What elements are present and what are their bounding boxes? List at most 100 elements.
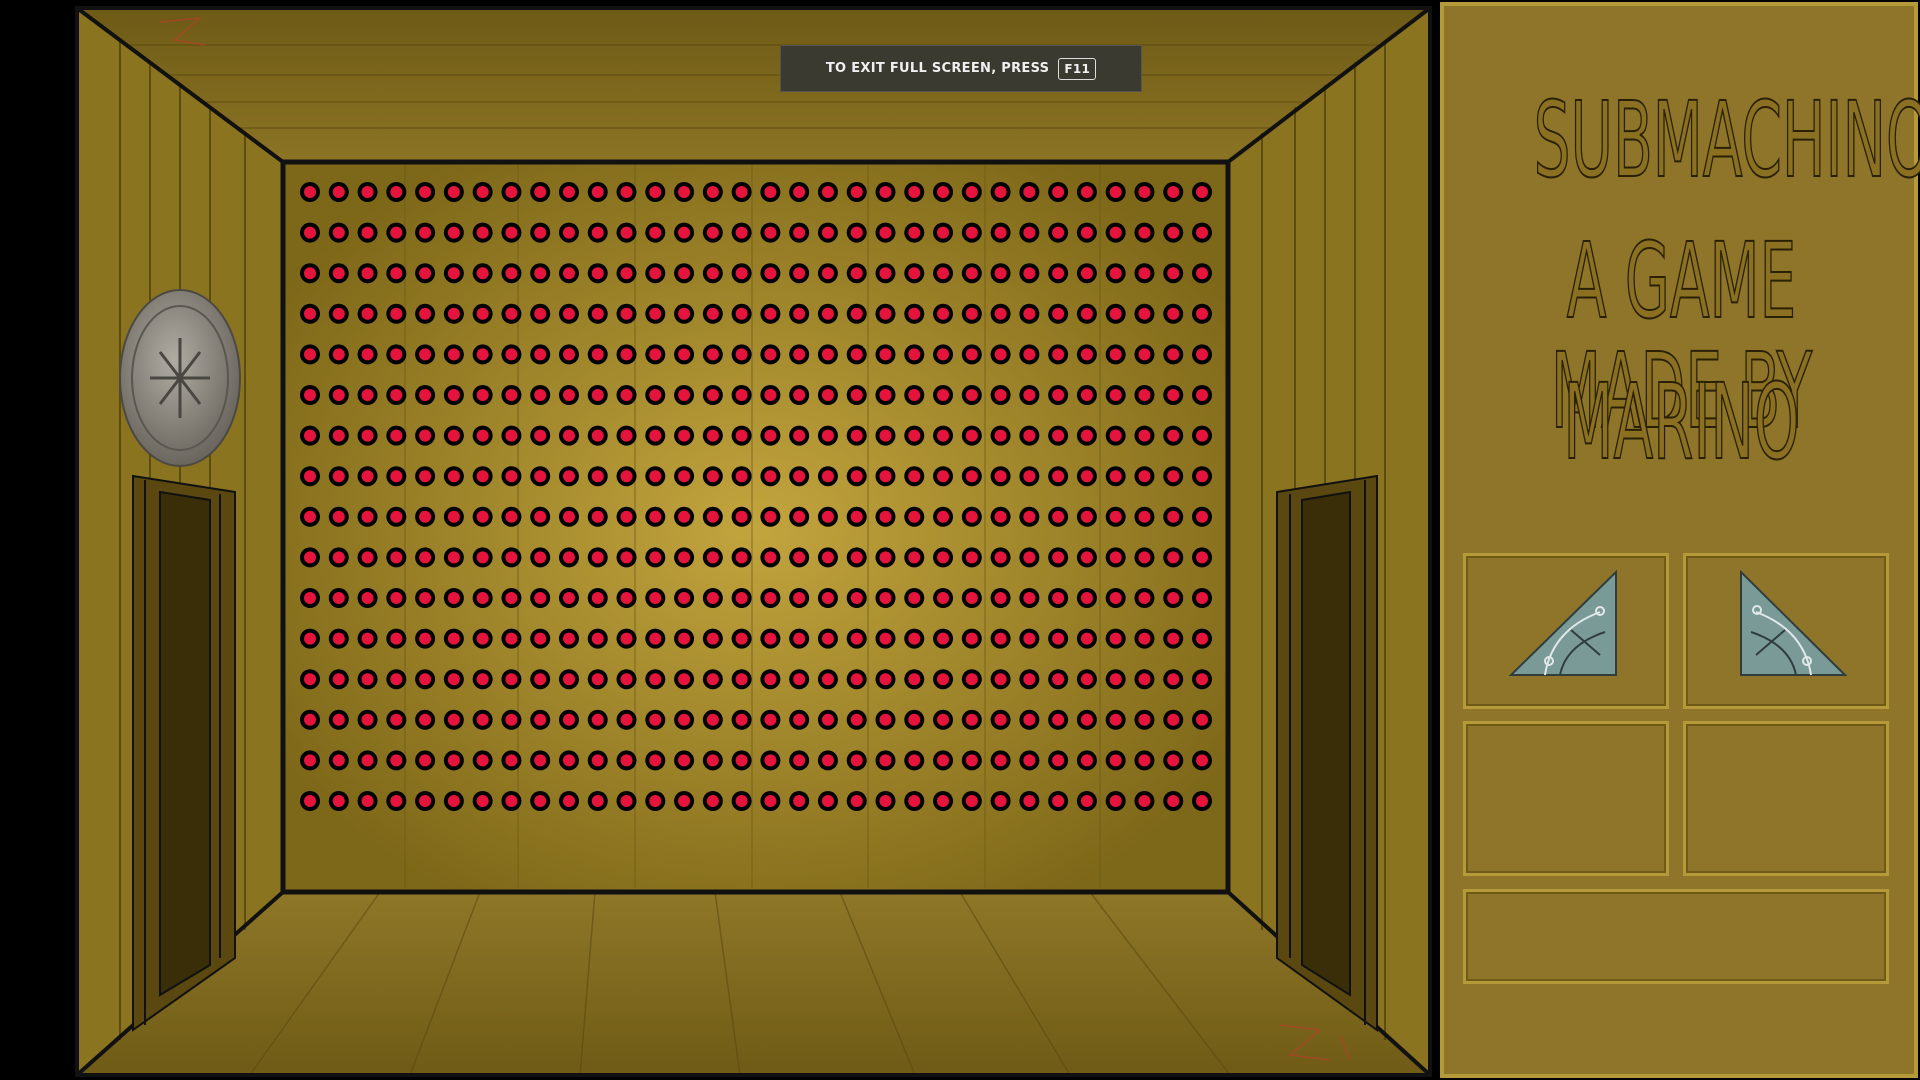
f11-key-badge: F11 — [1058, 57, 1097, 80]
grid-dot-light — [994, 632, 1007, 645]
grid-dot-light — [649, 226, 662, 239]
grid-dot-light — [1109, 510, 1122, 523]
grid-dot-light — [505, 754, 518, 767]
grid-dot-light — [735, 632, 748, 645]
grid-dot-light — [476, 389, 489, 401]
grid-dot-light — [591, 429, 604, 442]
grid-dot-light — [735, 267, 748, 280]
grid-dot-light — [419, 632, 432, 645]
right-door[interactable] — [1276, 474, 1378, 1032]
grid-dot-light — [476, 186, 489, 198]
grid-dot-light — [850, 795, 863, 807]
grid-dot-light — [304, 713, 316, 726]
grid-dot-light — [850, 307, 863, 320]
grid-dot-light — [908, 713, 921, 726]
grid-dot-light — [706, 510, 719, 523]
inventory-slot-5[interactable] — [1463, 889, 1889, 984]
grid-dot-light — [1109, 551, 1122, 564]
grid-dot-light — [562, 510, 575, 523]
inventory-slot-4[interactable] — [1683, 721, 1889, 876]
grid-dot-light — [678, 267, 691, 280]
silver-coin[interactable] — [119, 289, 241, 467]
grid-dot-light — [706, 795, 719, 807]
inventory-slot-2[interactable] — [1683, 553, 1889, 709]
grid-dot-light — [965, 592, 978, 604]
grid-dot-light — [1196, 226, 1208, 239]
grid-dot-light — [793, 226, 806, 239]
grid-dot-light — [591, 551, 604, 564]
grid-dot-light — [332, 592, 345, 604]
grid-dot-light — [620, 592, 633, 604]
grid-dot-light — [879, 389, 892, 401]
grid-dot-light — [965, 754, 978, 767]
grid-dot-light — [1080, 754, 1093, 767]
grid-dot-light — [562, 632, 575, 645]
grid-dot-light — [390, 470, 403, 483]
inventory-slot-3[interactable] — [1463, 721, 1669, 876]
grid-dot-light — [534, 510, 547, 523]
grid-dot-light — [1109, 226, 1122, 239]
grid-dot-light — [994, 429, 1007, 442]
grid-dot-light — [937, 713, 950, 726]
grid-dot-light — [534, 186, 547, 198]
grid-dot-light — [591, 754, 604, 767]
grid-dot-light — [1138, 226, 1151, 239]
grid-dot-light — [1109, 754, 1122, 767]
grid-dot-light — [850, 754, 863, 767]
grid-dot-light — [1167, 754, 1180, 767]
grid-dot-light — [304, 673, 316, 686]
grid-dot-light — [1138, 632, 1151, 645]
grid-dot-light — [1052, 673, 1065, 686]
grid-dot-light — [706, 754, 719, 767]
grid-dot-light — [304, 267, 316, 280]
grid-dot-light — [764, 713, 777, 726]
grid-dot-light — [678, 551, 691, 564]
grid-dot-light — [1052, 348, 1065, 361]
grid-dot-light — [1167, 307, 1180, 320]
grid-dot-light — [476, 592, 489, 604]
grid-dot-light — [620, 429, 633, 442]
grid-dot-light — [1109, 470, 1122, 483]
grid-dot-light — [1109, 348, 1122, 361]
grid-dot-light — [821, 632, 834, 645]
grid-dot-light — [476, 429, 489, 442]
grid-dot-light — [1052, 226, 1065, 239]
grid-dot-light — [1196, 389, 1208, 401]
grid-dot-light — [1080, 267, 1093, 280]
grid-dot-light — [505, 632, 518, 645]
grid-dot-light — [1196, 713, 1208, 726]
grid-dot-light — [649, 795, 662, 807]
grid-dot-light — [937, 470, 950, 483]
grid-dot-light — [1052, 551, 1065, 564]
grid-dot-light — [591, 592, 604, 604]
grid-dot-light — [821, 754, 834, 767]
inventory-slot-1[interactable] — [1463, 553, 1669, 709]
grid-dot-light — [419, 592, 432, 604]
grid-dot-light — [332, 713, 345, 726]
grid-dot-light — [390, 186, 403, 198]
grid-dot-light — [562, 673, 575, 686]
grid-dot-light — [1167, 389, 1180, 401]
grid-dot-light — [534, 551, 547, 564]
grid-dot-light — [332, 632, 345, 645]
grid-dot-light — [562, 795, 575, 807]
grid-dot-light — [937, 389, 950, 401]
grid-dot-light — [994, 754, 1007, 767]
grid-dot-light — [850, 551, 863, 564]
grid-dot-light — [937, 267, 950, 280]
grid-dot-light — [908, 429, 921, 442]
grid-dot-light — [332, 510, 345, 523]
grid-dot-light — [706, 389, 719, 401]
grid-dot-light — [332, 551, 345, 564]
grid-dot-light — [447, 267, 460, 280]
grid-dot-light — [562, 186, 575, 198]
grid-dot-light — [937, 348, 950, 361]
grid-dot-light — [505, 348, 518, 361]
left-door[interactable] — [132, 474, 236, 1032]
grid-dot-light — [1023, 592, 1036, 604]
grid-dot-light — [706, 267, 719, 280]
grid-dot-light — [821, 713, 834, 726]
grid-dot-light — [1138, 510, 1151, 523]
grid-dot-light — [447, 186, 460, 198]
grid-dot-light — [505, 510, 518, 523]
